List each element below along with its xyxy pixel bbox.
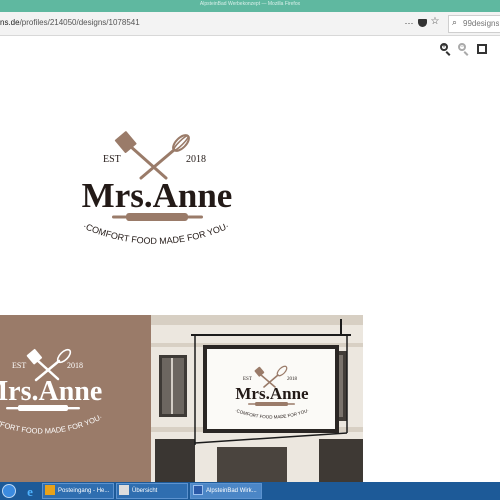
logo-main: EST 2018 Mrs.Anne ·COMFORT FOOD MADE FOR… [82, 131, 233, 246]
logo-est-left: EST [12, 361, 26, 370]
logo-white-variant: EST 2018 Mrs.Anne ·COMFORT FOOD MADE FOR… [0, 348, 104, 436]
task-uebersicht[interactable]: Übersicht [116, 483, 188, 499]
spatula-icon [114, 131, 168, 180]
whisk-icon [139, 134, 190, 180]
logo-tagline: ·COMFORT FOOD MADE FOR YOU· [0, 412, 104, 435]
mockup-sign-photo[interactable]: EST 2018 Mrs.Anne ·COMFORT FOOD MADE FOR… [151, 315, 363, 482]
logo-name: Mrs.Anne [82, 176, 233, 215]
mockup-gallery: EST 2018 Mrs.Anne ·COMFORT FOOD MADE FOR… [0, 315, 363, 482]
storefront-photo: EST 2018 Mrs.Anne ·COMFORT FOOD MADE FOR… [151, 315, 363, 482]
logo-est-left: EST [243, 377, 252, 382]
svg-text:e: e [27, 484, 33, 498]
calendar-icon [119, 485, 129, 496]
logo-est-right: 2018 [67, 361, 83, 370]
logo-name: Mrs.Anne [0, 376, 102, 407]
logo-est-left: EST [103, 154, 121, 165]
task-label: Posteingang - He... [58, 488, 110, 494]
task-outlook[interactable]: Posteingang - He... [42, 483, 114, 499]
mockup-brown-variant[interactable]: EST 2018 Mrs.Anne ·COMFORT FOOD MADE FOR… [0, 315, 151, 482]
logo-est-right: 2018 [287, 377, 298, 382]
ie-icon[interactable]: e [22, 484, 38, 499]
task-label: AlpsteinBad Wirk... [206, 488, 257, 494]
outlook-icon [45, 485, 55, 496]
word-icon [193, 485, 203, 496]
taskbar: e Posteingang - He... Übersicht Alpstein… [0, 482, 500, 500]
logo-est-right: 2018 [186, 154, 206, 165]
logo-name: Mrs.Anne [235, 384, 309, 403]
logo-tagline: ·COMFORT FOOD MADE FOR YOU· [82, 221, 231, 246]
task-label: Übersicht [132, 488, 158, 494]
task-word[interactable]: AlpsteinBad Wirk... [190, 483, 262, 499]
start-button[interactable] [0, 482, 20, 500]
